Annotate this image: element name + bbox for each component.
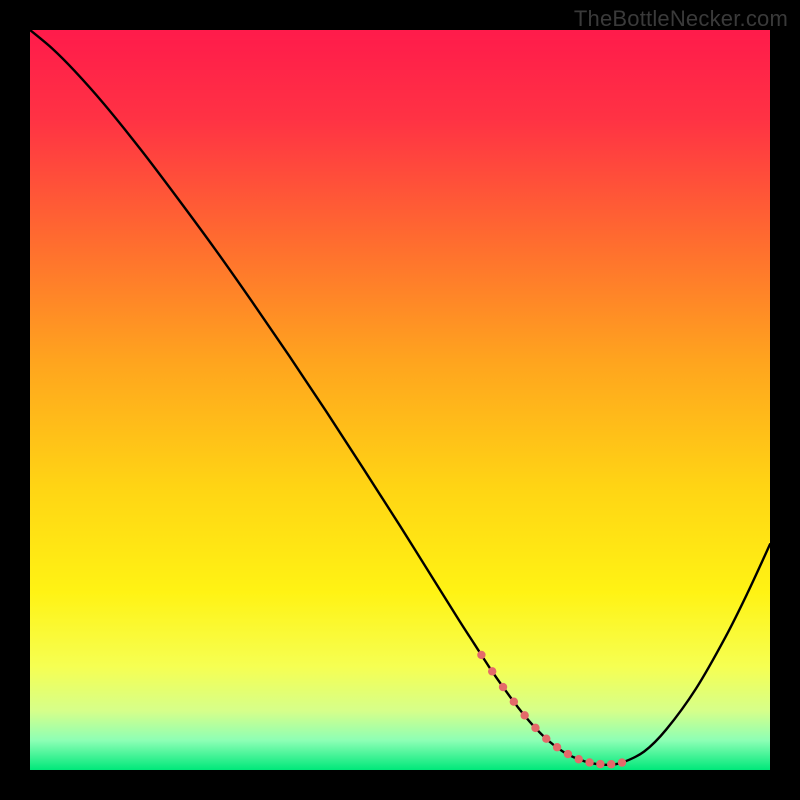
highlight-dot <box>542 734 550 742</box>
highlight-dot <box>520 711 528 719</box>
highlight-dot <box>553 743 561 751</box>
chart-plot-area <box>30 30 770 770</box>
highlight-dot <box>564 750 572 758</box>
highlight-dot <box>477 651 485 659</box>
highlight-dot <box>488 667 496 675</box>
watermark: TheBottleNecker.com <box>574 6 788 32</box>
highlight-dot <box>531 724 539 732</box>
highlight-dot <box>618 758 626 766</box>
highlight-dot <box>499 683 507 691</box>
highlight-dot <box>596 760 604 768</box>
gradient-background <box>30 30 770 770</box>
highlight-dot <box>575 755 583 763</box>
highlight-dot <box>607 760 615 768</box>
highlight-dot <box>585 758 593 766</box>
highlight-dot <box>510 697 518 705</box>
chart-container: TheBottleNecker.com <box>0 0 800 800</box>
